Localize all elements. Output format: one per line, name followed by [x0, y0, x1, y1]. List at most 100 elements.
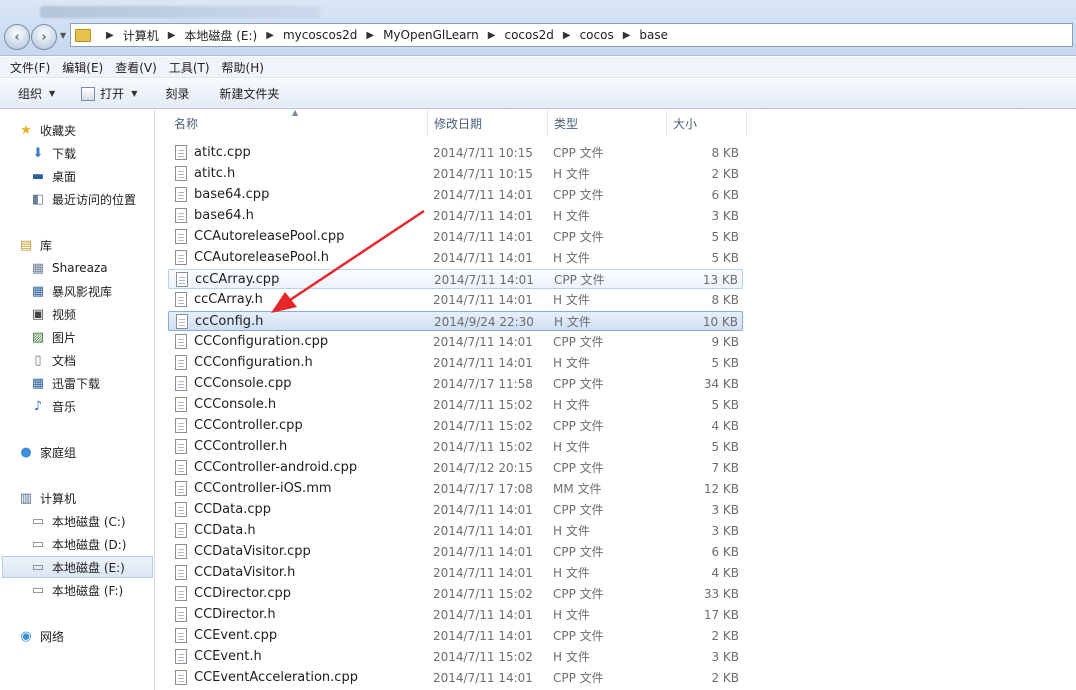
nav-label: 收藏夹	[40, 123, 77, 138]
menu-tools[interactable]: 工具(T)	[163, 59, 216, 76]
file-row[interactable]: CCConfiguration.h 2014/7/11 14:01 H 文件 5 KB	[168, 353, 743, 373]
chevron-right-icon[interactable]: ▶	[106, 30, 114, 41]
nav-label: 本地磁盘 (C:)	[52, 514, 126, 529]
file-row[interactable]: base64.h 2014/7/11 14:01 H 文件 3 KB	[168, 206, 743, 226]
nav-network[interactable]: ◉ 网络	[18, 625, 154, 647]
breadcrumb-myopengllearn[interactable]: MyOpenGlLearn	[383, 28, 479, 42]
file-row[interactable]: CCController-android.cpp 2014/7/12 20:15 C…	[168, 458, 743, 478]
new-folder-button[interactable]: 新建文件夹	[209, 79, 289, 108]
nav-recent-places[interactable]: ◧ 最近访问的位置	[30, 188, 154, 210]
pictures-icon: ▨	[31, 329, 45, 345]
forward-button[interactable]: ›	[31, 24, 57, 50]
nav-libraries[interactable]: ▤ 库	[18, 234, 154, 256]
file-modified-date: 2014/7/11 15:02	[433, 419, 533, 433]
menu-help[interactable]: 帮助(H)	[216, 59, 270, 76]
folder-icon	[75, 28, 91, 42]
file-icon	[175, 145, 187, 160]
nav-label: 图片	[52, 330, 77, 345]
file-row[interactable]: CCConfiguration.cpp 2014/7/11 14:01 CPP 文件…	[168, 332, 743, 352]
recent-pages-dropdown-icon[interactable]: ▼	[60, 31, 66, 40]
nav-documents[interactable]: ▯ 文档	[30, 349, 154, 371]
nav-drive-c[interactable]: ▭ 本地磁盘 (C:)	[30, 510, 154, 532]
file-row[interactable]: atitc.cpp 2014/7/11 10:15 CPP 文件 8 KB	[168, 143, 743, 163]
file-row[interactable]: CCEventAcceleration.cpp 2014/7/11 14:01 CP…	[168, 668, 743, 688]
column-name[interactable]: 名称	[168, 110, 428, 136]
file-size: 4 KB	[711, 566, 739, 580]
file-row[interactable]: CCDataVisitor.cpp 2014/7/11 14:01 CPP 文件 6 …	[168, 542, 743, 562]
file-row[interactable]: ccConfig.h 2014/9/24 22:30 H 文件 10 KB	[168, 311, 743, 331]
back-button[interactable]: ‹	[4, 24, 30, 50]
file-icon	[175, 208, 187, 223]
nav-label: 计算机	[40, 491, 77, 506]
file-row[interactable]: CCEvent.h 2014/7/11 15:02 H 文件 3 KB	[168, 647, 743, 667]
file-row[interactable]: CCController.cpp 2014/7/11 15:02 CPP 文件 4 K…	[168, 416, 743, 436]
file-row[interactable]: CCDirector.cpp 2014/7/11 15:02 CPP 文件 33 KB	[168, 584, 743, 604]
file-row[interactable]: CCConsole.h 2014/7/11 15:02 H 文件 5 KB	[168, 395, 743, 415]
file-row[interactable]: CCData.h 2014/7/11 14:01 H 文件 3 KB	[168, 521, 743, 541]
nav-pictures[interactable]: ▨ 图片	[30, 326, 154, 348]
column-size[interactable]: 大小	[667, 110, 747, 136]
file-row[interactable]: CCDirector.h 2014/7/11 14:01 H 文件 17 KB	[168, 605, 743, 625]
file-modified-date: 2014/7/11 14:01	[433, 671, 533, 685]
menu-file[interactable]: 文件(F)	[4, 59, 56, 76]
nav-drive-e[interactable]: ▭ 本地磁盘 (E:)	[2, 556, 153, 578]
file-row[interactable]: CCAutoreleasePool.cpp 2014/7/11 14:01 CPP …	[168, 227, 743, 247]
file-size: 3 KB	[711, 209, 739, 223]
chevron-right-icon[interactable]: ▶	[168, 30, 176, 41]
nav-music[interactable]: ♪ 音乐	[30, 395, 154, 417]
nav-xunlei-downloads[interactable]: ▦ 迅雷下载	[30, 372, 154, 394]
chevron-right-icon[interactable]: ▶	[488, 30, 496, 41]
file-row[interactable]: CCDataVisitor.h 2014/7/11 14:01 H 文件 4 KB	[168, 563, 743, 583]
file-name: atitc.cpp	[194, 145, 251, 160]
breadcrumb-cocos2d[interactable]: cocos2d	[504, 28, 553, 42]
file-row[interactable]: CCController-iOS.mm 2014/7/17 17:08 MM 文件 1…	[168, 479, 743, 499]
chevron-right-icon[interactable]: ▶	[563, 30, 571, 41]
column-size-label: 大小	[673, 116, 698, 131]
file-row[interactable]: CCData.cpp 2014/7/11 14:01 CPP 文件 3 KB	[168, 500, 743, 520]
file-name: CCDataVisitor.cpp	[194, 544, 311, 559]
file-name: CCDirector.h	[194, 607, 276, 622]
file-row[interactable]: CCConsole.cpp 2014/7/17 11:58 CPP 文件 34 KB	[168, 374, 743, 394]
burn-button[interactable]: 刻录	[155, 79, 199, 108]
file-row[interactable]: CCAutoreleasePool.h 2014/7/11 14:01 H 文件 5 …	[168, 248, 743, 268]
file-type: CPP 文件	[553, 545, 604, 559]
nav-shareaza[interactable]: ▦ Shareaza	[30, 257, 154, 279]
column-type[interactable]: 类型	[548, 110, 667, 136]
breadcrumb-drive-e[interactable]: 本地磁盘 (E:)	[184, 27, 257, 44]
organize-button[interactable]: 组织 ▼	[0, 79, 65, 108]
nav-drive-d[interactable]: ▭ 本地磁盘 (D:)	[30, 533, 154, 555]
nav-desktop[interactable]: ▬ 桌面	[30, 165, 154, 187]
nav-baofeng-library[interactable]: ▦ 暴风影视库	[30, 280, 154, 302]
column-name-label: 名称	[174, 116, 199, 131]
column-date[interactable]: 修改日期	[428, 110, 548, 136]
nav-homegroup[interactable]: ● 家庭组	[18, 441, 154, 463]
file-row[interactable]: ccCArray.h 2014/7/11 14:01 H 文件 8 KB	[168, 290, 743, 310]
address-bar[interactable]: ▶ 计算机 ▶ 本地磁盘 (E:) ▶ mycoscos2d ▶ MyOpenG…	[70, 23, 1073, 47]
file-row[interactable]: CCEvent.cpp 2014/7/11 14:01 CPP 文件 2 KB	[168, 626, 743, 646]
file-row[interactable]: atitc.h 2014/7/11 10:15 H 文件 2 KB	[168, 164, 743, 184]
breadcrumb-computer[interactable]: 计算机	[123, 27, 159, 44]
nav-computer[interactable]: ▥ 计算机	[18, 487, 154, 509]
breadcrumb-mycoscos2d[interactable]: mycoscos2d	[283, 28, 357, 42]
chevron-right-icon[interactable]: ▶	[266, 30, 274, 41]
file-row[interactable]: base64.cpp 2014/7/11 14:01 CPP 文件 6 KB	[168, 185, 743, 205]
open-button[interactable]: 打开 ▼	[71, 79, 147, 108]
nav-videos[interactable]: ▣ 视频	[30, 303, 154, 325]
file-modified-date: 2014/7/11 10:15	[433, 146, 533, 160]
nav-favorites[interactable]: ★ 收藏夹	[18, 119, 154, 141]
menu-edit[interactable]: 编辑(E)	[56, 59, 109, 76]
file-icon	[175, 166, 187, 181]
file-type: CPP 文件	[554, 273, 605, 287]
nav-drive-f[interactable]: ▭ 本地磁盘 (F:)	[30, 579, 154, 601]
chevron-right-icon[interactable]: ▶	[366, 30, 374, 41]
file-row[interactable]: ccCArray.cpp 2014/7/11 14:01 CPP 文件 13 KB	[168, 269, 743, 289]
breadcrumb-cocos[interactable]: cocos	[580, 28, 614, 42]
desktop-icon: ▬	[31, 168, 45, 184]
chevron-right-icon[interactable]: ▶	[623, 30, 631, 41]
file-name: base64.cpp	[194, 187, 270, 202]
file-name: CCData.h	[194, 523, 256, 538]
menu-view[interactable]: 查看(V)	[109, 59, 163, 76]
breadcrumb-base[interactable]: base	[639, 28, 668, 42]
nav-downloads[interactable]: ⬇ 下载	[30, 142, 154, 164]
file-row[interactable]: CCController.h 2014/7/11 15:02 H 文件 5 KB	[168, 437, 743, 457]
